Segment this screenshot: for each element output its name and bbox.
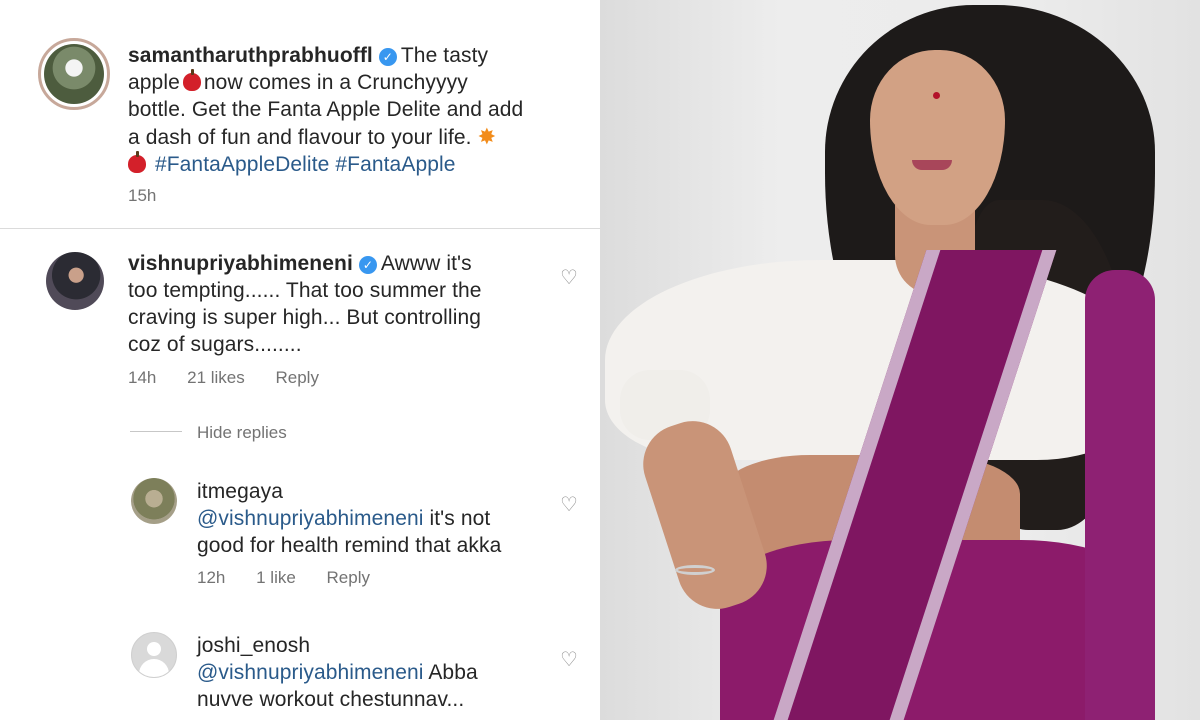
instagram-comments-panel: samantharuthprabhuoffl ✓ The tasty apple no… [0,0,600,720]
reply-line-2: good for health remind that akka [197,534,502,557]
hashtag-fantaapple[interactable]: #FantaApple [335,153,455,176]
comment-likes[interactable]: 21 likes [187,368,245,387]
caption-line-4: a dash of fun and flavour to your life. [128,126,472,149]
caption-line-2b: now comes in a Crunchyyyy [203,71,468,94]
caption-line-2a: apple [128,71,180,94]
comment-time: 14h [128,368,157,387]
apple-emoji-icon [182,69,201,91]
comment-line-4: coz of sugars........ [128,333,302,356]
reply-username[interactable]: itmegaya [197,478,557,505]
divider [0,228,600,229]
post-meta: 15h [128,186,182,206]
apple-emoji-icon [128,151,146,173]
reply-button[interactable]: Reply [275,368,318,387]
default-avatar-icon[interactable] [131,632,177,678]
collision-emoji-icon: ✸ [477,124,497,149]
caption-line-1: The tasty [400,44,489,67]
post-photo [600,0,1200,720]
verified-badge-icon: ✓ [358,256,377,274]
comment-line-1: Awww it's [380,252,472,275]
reply-likes[interactable]: 1 like [256,568,296,587]
post-author-username[interactable]: samantharuthprabhuoffl [128,44,373,67]
reply-button[interactable]: Reply [327,568,370,587]
reply-line-2: nuvve workout chestunnav... [197,688,465,711]
reply-line-1: it's not [429,507,491,530]
reply-username[interactable]: joshi_enosh [197,632,557,659]
commenter-avatar[interactable] [46,252,104,310]
verified-badge-icon: ✓ [378,48,397,66]
reply-text: itmegaya @vishnupriyabhimeneni it's not … [197,478,557,559]
comment-line-3: craving is super high... But controlling [128,306,482,329]
like-heart-icon[interactable]: ♡ [560,495,578,515]
post-caption: samantharuthprabhuoffl ✓ The tasty apple no… [128,42,588,178]
comment-username[interactable]: vishnupriyabhimeneni [128,252,353,275]
hashtag-fantaappledelite[interactable]: #FantaAppleDelite [155,153,329,176]
post-author-avatar[interactable] [38,38,110,110]
comment-meta: 14h 21 likes Reply [128,368,345,388]
like-heart-icon[interactable]: ♡ [560,650,578,670]
reply-meta: 12h 1 like Reply [197,568,396,588]
mention-link[interactable]: @vishnupriyabhimeneni [197,661,424,684]
comment-text: vishnupriyabhimeneni ✓ Awww it's too tempt… [128,250,548,358]
reply-text: joshi_enosh @vishnupriyabhimeneni Abba n… [197,632,557,713]
reply-line-1: Abba [428,661,478,684]
reply-time: 12h [197,568,226,587]
like-heart-icon[interactable]: ♡ [560,268,578,288]
post-time: 15h [128,186,157,205]
comment-line-2: too tempting...... That too summer the [128,279,482,302]
caption-line-3: bottle. Get the Fanta Apple Delite and a… [128,98,524,121]
hide-replies-button[interactable]: Hide replies [197,423,287,443]
hide-replies-line [130,431,182,432]
mention-link[interactable]: @vishnupriyabhimeneni [197,507,424,530]
commenter-avatar[interactable] [131,478,177,524]
